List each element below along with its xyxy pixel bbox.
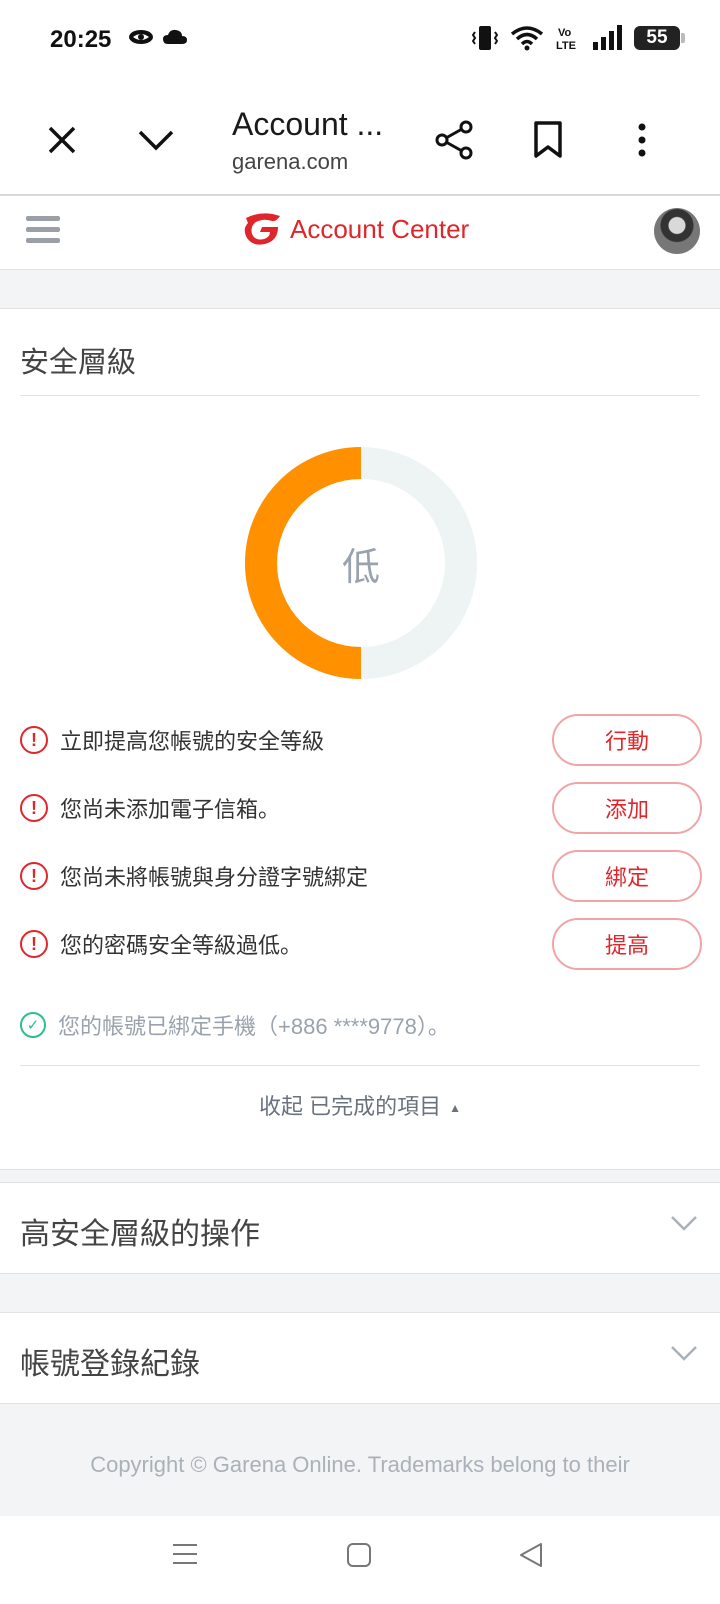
issue-row: ! 立即提高您帳號的安全等級 行動	[20, 713, 702, 767]
brand-name: Account Center	[290, 213, 470, 244]
page-title: Account ...	[232, 106, 384, 142]
status-left-icons	[128, 28, 188, 46]
bookmark-icon	[534, 121, 562, 158]
warning-icon: !	[20, 930, 48, 958]
issue-row: ! 您尚未將帳號與身分證字號綁定 綁定	[20, 849, 702, 903]
home-icon[interactable]	[346, 1542, 372, 1568]
page-url: garena.com	[232, 149, 349, 174]
add-email-button[interactable]: 添加	[552, 782, 702, 834]
tabs-dropdown-button[interactable]	[126, 110, 186, 170]
warning-icon: !	[20, 862, 48, 890]
section-title: 帳號登錄紀錄	[20, 1348, 200, 1381]
close-icon	[48, 126, 76, 154]
chevron-down-icon	[138, 130, 174, 151]
security-level-gauge: 低	[239, 441, 483, 685]
security-level-title: 安全層級	[20, 347, 137, 379]
high-security-operations-section[interactable]: 高安全層級的操作	[0, 1182, 720, 1274]
login-history-section[interactable]: 帳號登錄紀錄	[0, 1312, 720, 1404]
completed-item: ✓ 您的帳號已綁定手機（+886 ****9778）。	[20, 1005, 450, 1045]
issue-text: 您的密碼安全等級過低。	[60, 933, 303, 958]
signal-icon	[593, 25, 622, 50]
cloud-icon	[163, 29, 187, 44]
completed-item-text: 您的帳號已綁定手機（+886 ****9778）。	[58, 1014, 450, 1039]
bind-id-button[interactable]: 綁定	[552, 850, 702, 902]
page-title-block[interactable]: Account ... garena.com	[232, 106, 432, 175]
issue-row: ! 您的密碼安全等級過低。 提高	[20, 917, 702, 971]
improve-password-button[interactable]: 提高	[552, 918, 702, 970]
close-button[interactable]	[32, 110, 92, 170]
site-header: Account Center	[0, 196, 720, 270]
warning-icon: !	[20, 726, 48, 754]
svg-text:LTE: LTE	[556, 40, 576, 51]
issue-text: 您尚未將帳號與身分證字號綁定	[60, 865, 369, 890]
divider	[20, 395, 700, 396]
menu-icon[interactable]	[26, 216, 60, 246]
issue-text: 立即提高您帳號的安全等級	[60, 729, 325, 754]
collapse-label: 收起 已完成的項目	[258, 1094, 442, 1119]
copyright-text: Copyright © Garena Online. Trademarks be…	[90, 1452, 630, 1477]
status-time: 20:25	[50, 26, 112, 53]
collapse-completed-toggle[interactable]: 收起 已完成的項目 ▲	[0, 1089, 720, 1121]
brand-logo[interactable]: Account Center	[242, 212, 469, 246]
divider	[20, 1065, 700, 1066]
avatar[interactable]	[654, 208, 700, 254]
vibrate-icon	[472, 26, 498, 50]
svg-text:Vo: Vo	[558, 27, 572, 39]
volte-icon: Vo LTE	[556, 27, 576, 51]
more-options-button[interactable]	[612, 110, 672, 170]
take-action-button[interactable]: 行動	[552, 714, 702, 766]
issue-text: 您尚未添加電子信箱。	[60, 797, 281, 822]
chevron-down-icon	[671, 1216, 697, 1231]
browser-toolbar: Account ... garena.com	[0, 84, 720, 196]
security-level-label: 低	[341, 546, 380, 589]
section-title: 高安全層級的操作	[20, 1218, 260, 1251]
security-level-card: 安全層級 低 ! 立即提高您帳號的安全等級 行動 ! 您尚未添加電子信箱。 添加…	[0, 308, 720, 1170]
warning-icon: !	[20, 794, 48, 822]
more-icon	[638, 123, 646, 157]
chevron-down-icon	[671, 1346, 697, 1361]
recent-apps-icon[interactable]	[172, 1542, 198, 1566]
notification-icon	[129, 30, 153, 44]
battery-icon: 55	[634, 26, 685, 50]
status-bar: 20:25 Vo LTE 55	[0, 0, 720, 84]
share-button[interactable]	[424, 110, 484, 170]
back-icon[interactable]	[518, 1542, 544, 1568]
bookmark-button[interactable]	[518, 110, 578, 170]
check-circle-icon: ✓	[20, 1012, 46, 1038]
share-icon	[435, 120, 473, 160]
wifi-icon	[510, 26, 544, 51]
garena-logo-icon	[244, 213, 280, 245]
triangle-up-icon: ▲	[449, 1101, 461, 1116]
issue-row: ! 您尚未添加電子信箱。 添加	[20, 781, 702, 835]
system-navigation-bar	[0, 1516, 720, 1604]
status-right-icons: Vo LTE 55	[472, 24, 685, 52]
